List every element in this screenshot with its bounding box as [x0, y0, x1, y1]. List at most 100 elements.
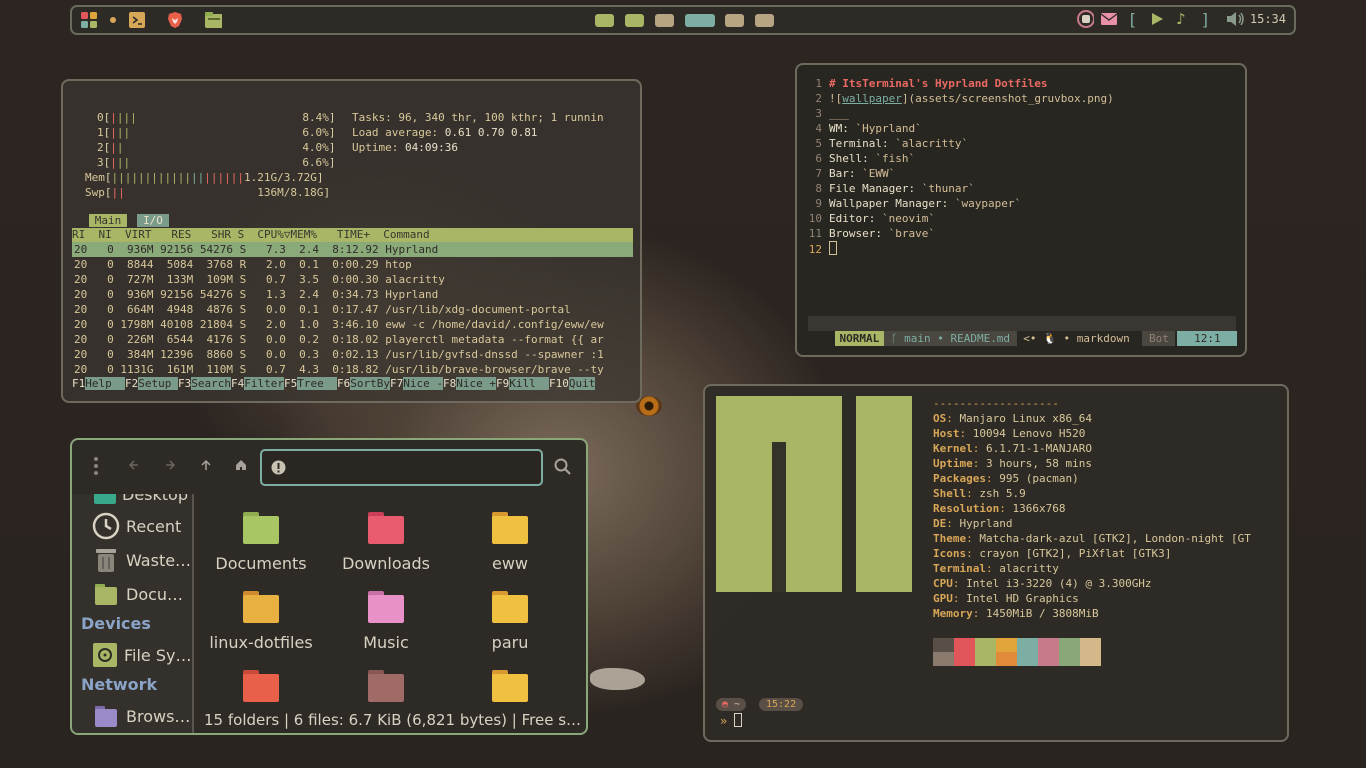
htop-terminal[interactable]: 0[|||| 8.4%] 1[||| 6.0%] 2[|| 4.0%] 3[||… — [61, 79, 642, 403]
prompt-line[interactable]: » — [720, 713, 743, 728]
folder-label[interactable]: Downloads — [326, 554, 446, 573]
editor-line[interactable]: 9 Wallpaper Manager: `waypaper` — [808, 196, 1021, 211]
folder-icon[interactable] — [243, 512, 279, 544]
editor-line[interactable]: 5 Terminal: `alacritty` — [808, 136, 968, 151]
editor-line[interactable]: 3 ___ — [808, 106, 849, 121]
volume-icon[interactable] — [1226, 10, 1244, 28]
folder-icon[interactable] — [492, 670, 528, 702]
fkey-f10[interactable]: F10 — [549, 377, 569, 390]
workspace-5[interactable] — [725, 14, 744, 27]
editor-line[interactable]: 7 Bar: `EWW` — [808, 166, 895, 181]
workspace-4-active[interactable] — [685, 14, 715, 27]
fkey-label[interactable]: Nice + — [456, 377, 496, 390]
fkey-label[interactable]: Setup — [138, 377, 178, 390]
fkey-f9[interactable]: F9 — [496, 377, 509, 390]
music-note-icon[interactable]: ♪ — [1172, 10, 1190, 28]
process-row[interactable]: 20 0 664M 4948 4876 S 0.0 0.1 0:17.47 /u… — [74, 302, 571, 317]
up-arrow-icon[interactable] — [200, 459, 212, 475]
neovim-terminal[interactable]: 1 # ItsTerminal's Hyprland Dotfiles 2 ![wal… — [795, 63, 1247, 357]
editor-line[interactable]: 12 — [808, 241, 837, 257]
sidebar-item-desktop[interactable]: Desktop — [92, 494, 188, 506]
color-swatch — [933, 652, 954, 666]
fkey-f4[interactable]: F4 — [231, 377, 244, 390]
fkey-f2[interactable]: F2 — [125, 377, 138, 390]
fkey-f7[interactable]: F7 — [390, 377, 403, 390]
function-key-bar: F1Help F2Setup F3SearchF4FilterF5Tree F6… — [72, 377, 633, 391]
sidebar-item-wastebasket[interactable]: Waste… — [92, 546, 191, 574]
menu-kebab-icon[interactable] — [92, 456, 100, 480]
process-row[interactable]: 20 0 1131G 161M 110M S 0.7 4.3 0:18.82 /… — [74, 362, 604, 377]
line-number: 6 — [815, 152, 822, 165]
play-icon[interactable] — [1148, 10, 1166, 28]
workspace-2[interactable] — [625, 14, 644, 27]
app-launcher-icon[interactable] — [80, 11, 98, 29]
avatar[interactable] — [1076, 10, 1094, 28]
fkey-label[interactable]: Help — [85, 377, 125, 390]
folder-icon[interactable] — [368, 512, 404, 544]
sidebar-item-filesystem[interactable]: File Sy… — [92, 642, 191, 668]
process-row[interactable]: 20 0 936M 92156 54276 S 1.3 2.4 0:34.73 … — [74, 287, 438, 302]
fkey-label[interactable]: Kill — [509, 377, 549, 390]
fkey-label[interactable]: Tree — [297, 377, 337, 390]
mail-icon[interactable] — [1100, 10, 1118, 28]
folder-label[interactable]: paru — [450, 633, 570, 652]
folder-icon[interactable] — [368, 670, 404, 702]
folder-label[interactable]: Music — [326, 633, 446, 652]
forward-arrow-icon[interactable] — [164, 459, 176, 475]
editor-line[interactable]: 1 # ItsTerminal's Hyprland Dotfiles — [808, 76, 1047, 91]
editor-line[interactable]: 8 File Manager: `thunar` — [808, 181, 974, 196]
brave-browser-icon[interactable] — [166, 11, 184, 29]
terminal-icon[interactable] — [128, 11, 146, 29]
process-table-header[interactable]: RI NI VIRT RES SHR S CPU%▽MEM% TIME+ Com… — [72, 228, 633, 242]
back-arrow-icon[interactable] — [128, 459, 140, 475]
cursor-location: 12:1 — [1177, 331, 1238, 346]
folder-icon[interactable] — [492, 591, 528, 623]
file-manager-window[interactable]: Desktop Recent Waste… Docu… Devices File… — [70, 438, 588, 735]
fkey-f3[interactable]: F3 — [178, 377, 191, 390]
home-icon[interactable] — [235, 459, 247, 475]
sidebar-item-recent[interactable]: Recent — [92, 512, 181, 540]
process-row[interactable]: 20 0 727M 133M 109M S 0.7 3.5 0:00.30 al… — [74, 272, 445, 287]
fkey-label[interactable]: Nice - — [403, 377, 443, 390]
cpu-meter-0: 0[|||| 8.4%] — [97, 111, 336, 124]
process-row-selected-text[interactable]: 20 0 936M 92156 54276 S 7.3 2.4 8:12.92 … — [74, 242, 438, 257]
fkey-f5[interactable]: F5 — [284, 377, 297, 390]
location-input[interactable] — [260, 449, 543, 486]
mem-meter: Mem[||||||||||||||||||||1.21G/3.72G] — [85, 171, 324, 184]
workspace-3[interactable] — [655, 14, 674, 27]
folder-label[interactable]: linux-dotfiles — [201, 633, 321, 652]
process-row[interactable]: 20 0 1798M 40108 21804 S 2.0 1.0 3:46.10… — [74, 317, 604, 332]
folder-icon[interactable] — [243, 591, 279, 623]
sidebar-item-browse-network[interactable]: Brows… — [92, 702, 190, 730]
fkey-label[interactable]: Quit — [568, 377, 596, 390]
fkey-f8[interactable]: F8 — [443, 377, 456, 390]
editor-line[interactable]: 2 ![wallpaper](assets/screenshot_gruvbox.… — [808, 91, 1113, 106]
editor-line[interactable]: 6 Shell: `fish` — [808, 151, 915, 166]
editor-line[interactable]: 4 WM: `Hyprland` — [808, 121, 922, 136]
folder-label[interactable]: eww — [450, 554, 570, 573]
workspace-6[interactable] — [755, 14, 774, 27]
process-row[interactable]: 20 0 384M 12396 8860 S 0.0 0.3 0:02.13 /… — [74, 347, 604, 362]
folder-icon[interactable] — [243, 670, 279, 702]
process-row[interactable]: 20 0 226M 6544 4176 S 0.0 0.2 0:18.02 pl… — [74, 332, 604, 347]
editor-line[interactable]: 10 Editor: `neovim` — [808, 211, 935, 226]
sidebar-item-documents[interactable]: Docu… — [92, 580, 183, 608]
fkey-label[interactable]: Search — [191, 377, 231, 390]
line-text: WM: `Hyprland` — [829, 122, 922, 135]
tab-main[interactable]: Main — [89, 214, 127, 227]
process-row[interactable]: 20 0 8844 5084 3768 R 2.0 0.1 0:00.29 ht… — [74, 257, 412, 272]
folder-icon[interactable] — [492, 512, 528, 544]
folder-icon[interactable] — [368, 591, 404, 623]
editor-line[interactable]: 11 Browser: `brave` — [808, 226, 935, 241]
fkey-f1[interactable]: F1 — [72, 377, 85, 390]
fkey-label[interactable]: Filter — [244, 377, 284, 390]
neofetch-terminal[interactable]: ------------------- OS: Manjaro Linux x8… — [703, 384, 1289, 742]
file-manager-icon[interactable] — [204, 11, 222, 29]
sysinfo-value: 995 (pacman) — [999, 472, 1079, 485]
fkey-label[interactable]: SortBy — [350, 377, 390, 390]
tab-io[interactable]: I/O — [137, 214, 169, 227]
workspace-1[interactable] — [595, 14, 614, 27]
folder-label[interactable]: Documents — [201, 554, 321, 573]
search-icon[interactable] — [554, 458, 572, 480]
fkey-f6[interactable]: F6 — [337, 377, 350, 390]
